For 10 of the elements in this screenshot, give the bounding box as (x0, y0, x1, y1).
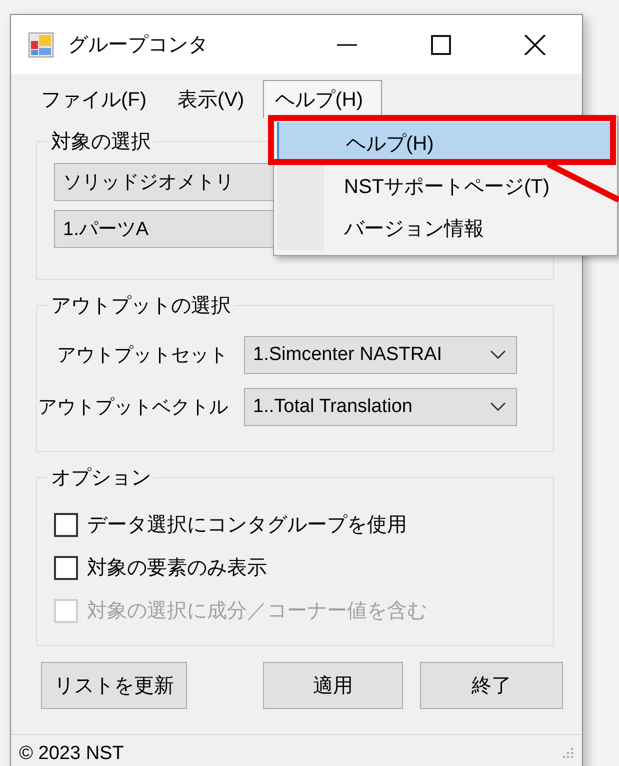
group-title: オプション (50, 466, 152, 491)
checkbox-label: データ選択にコンタグループを使用 (87, 513, 407, 538)
field-label: アウトプットセット (56, 344, 229, 368)
group-title: アウトプットの選択 (50, 294, 232, 319)
checkbox-label: 対象の選択に成分／コーナー値を含む (87, 599, 427, 624)
group-title: 対象の選択 (50, 130, 152, 155)
checkbox-label: 対象の要素のみ表示 (87, 556, 267, 581)
field-label: アウトプットベクトル (37, 396, 229, 420)
window-title: グループコンタ (68, 33, 209, 58)
status-text: © 2023 NST (19, 743, 124, 765)
